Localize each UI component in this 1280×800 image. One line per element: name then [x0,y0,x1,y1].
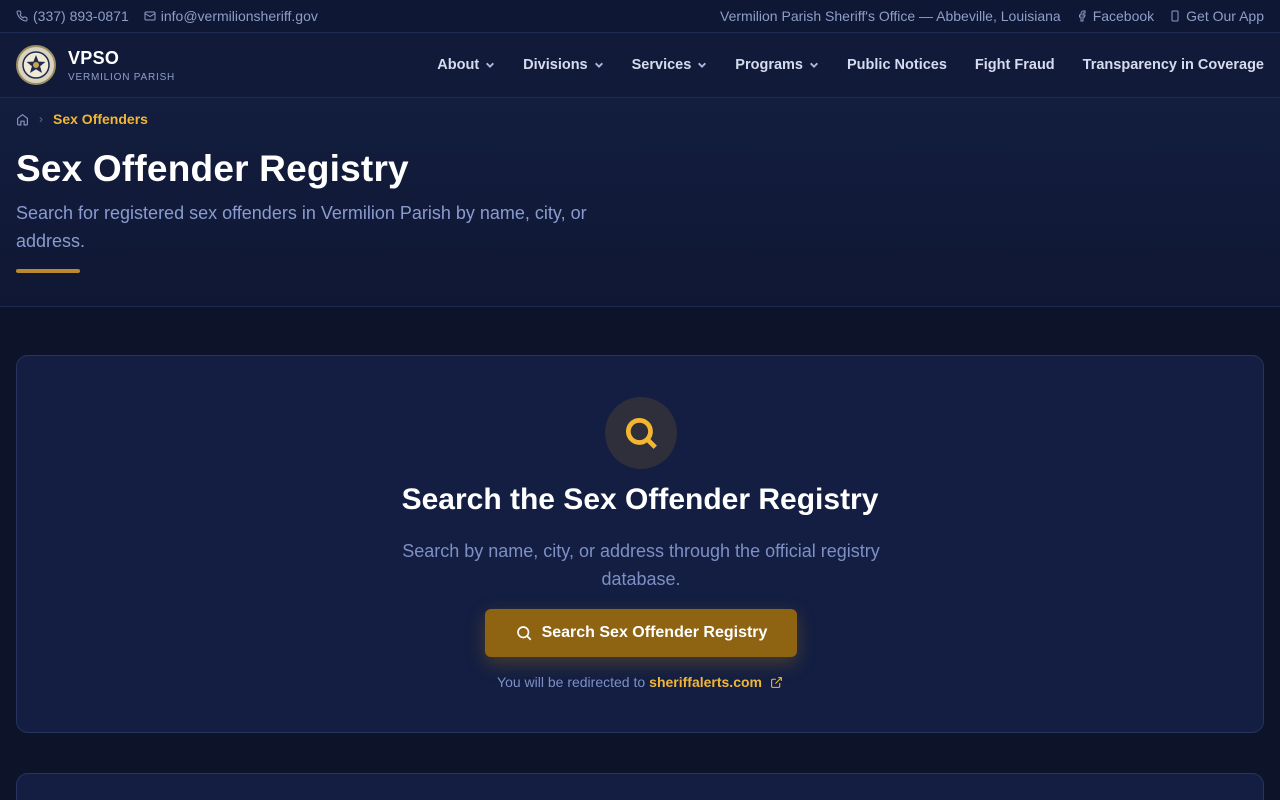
search-registry-button[interactable]: Search Sex Offender Registry [485,609,797,657]
phone-text: (337) 893-0871 [33,8,129,24]
search-icon-circle [605,397,677,469]
registry-search-card: Search the Sex Offender Registry Search … [16,355,1264,733]
mail-icon [144,11,156,21]
top-utility-bar: (337) 893-0871 info@vermilionsheriff.gov… [0,0,1280,33]
external-link-icon [771,676,782,688]
chevron-down-icon [698,62,707,68]
title-accent-rule [16,269,80,273]
brand-name: VPSO [68,47,120,68]
breadcrumb-current: Sex Offenders [53,111,148,127]
breadcrumb-separator: › [39,112,43,126]
get-app-label: Get Our App [1186,8,1264,24]
nav-item-divisions-label: Divisions [523,57,588,73]
card-description: Search by name, city, or address through… [402,541,880,589]
chevron-down-icon [594,62,603,68]
nav-item-transparency[interactable]: Transparency in Coverage [1083,57,1264,73]
chevron-down-icon [810,62,818,68]
office-location: Vermilion Parish Sheriff's Office — Abbe… [720,8,1061,24]
card-title: Search the Sex Offender Registry [401,483,879,516]
nav-item-about-label: About [437,57,480,73]
search-registry-button-label: Search Sex Offender Registry [541,624,768,641]
nav-item-fight-fraud-label: Fight Fraud [974,57,1055,73]
page-lead: Search for registered sex offenders in V… [16,203,587,251]
brand-subtitle: VERMILION PARISH [68,71,176,83]
nav-item-transparency-label: Transparency in Coverage [1082,57,1264,73]
nav-item-fight-fraud[interactable]: Fight Fraud [975,57,1055,73]
facebook-link[interactable]: Facebook [1076,8,1154,24]
email-link[interactable]: info@vermilionsheriff.gov [144,8,318,24]
search-icon [625,417,657,449]
nav-item-public-notices[interactable]: Public Notices [847,57,947,73]
facebook-label: Facebook [1092,8,1155,24]
nav-menu: About Divisions Services Programs Public… [437,57,1264,73]
chevron-down-icon [486,62,495,68]
brand-logo-link[interactable]: VPSO VERMILION PARISH [16,45,175,85]
get-app-link[interactable]: Get Our App [1169,8,1264,24]
redirect-text: You will be redirected to [497,674,646,690]
contact-info: (337) 893-0871 info@vermilionsheriff.gov [16,8,318,24]
topbar-right: Vermilion Parish Sheriff's Office — Abbe… [720,8,1264,24]
phone-icon [16,10,28,22]
search-icon [516,626,531,641]
nav-item-services-label: Services [631,57,692,73]
secondary-card [16,773,1264,800]
page-title: Sex Offender Registry [16,148,409,189]
sheriff-star-icon [22,51,50,79]
phone-link[interactable]: (337) 893-0871 [16,8,129,24]
breadcrumb: › Sex Offenders [16,111,148,127]
redirect-note: You will be redirected to sheriffalerts.… [17,674,1263,690]
nav-item-divisions[interactable]: Divisions [523,57,603,73]
nav-item-about[interactable]: About [437,57,495,73]
smartphone-icon [1171,10,1179,22]
nav-item-public-notices-label: Public Notices [847,57,947,73]
nav-item-programs-label: Programs [735,57,803,73]
facebook-icon [1078,10,1086,22]
email-text: info@vermilionsheriff.gov [160,8,318,24]
home-icon[interactable] [16,113,29,126]
nav-item-services[interactable]: Services [632,57,708,73]
main-navbar: VPSO VERMILION PARISH About Divisions Se… [0,33,1280,98]
redirect-link[interactable]: sheriffalerts.com [649,674,762,690]
sheriff-badge-logo [16,45,56,85]
nav-item-programs[interactable]: Programs [735,57,819,73]
page-hero: › Sex Offenders Sex Offender Registry Se… [0,98,1280,307]
